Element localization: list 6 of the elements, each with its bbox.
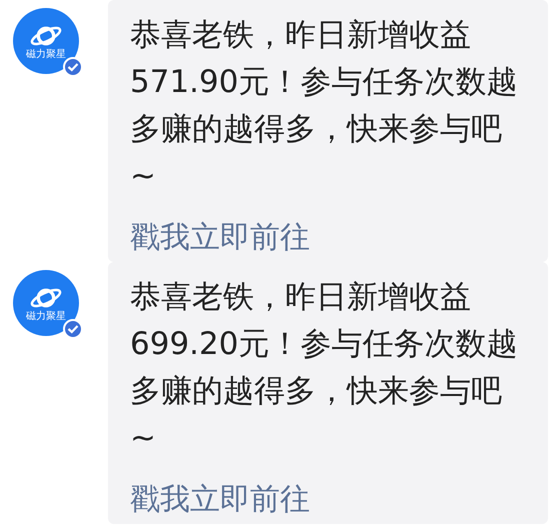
message-link[interactable]: 戳我立即前往: [130, 218, 310, 258]
message-text: 恭喜老铁，昨日新增收益571.90元！参与任务次数越多赚的越得多，快来参与吧~: [130, 16, 518, 196]
message-text: 恭喜老铁，昨日新增收益699.20元！参与任务次数越多赚的越得多，快来参与吧~: [130, 278, 518, 458]
avatar-label: 磁力聚星: [26, 49, 66, 61]
avatar-label: 磁力聚星: [26, 311, 66, 323]
message-link[interactable]: 戳我立即前往: [130, 480, 310, 520]
